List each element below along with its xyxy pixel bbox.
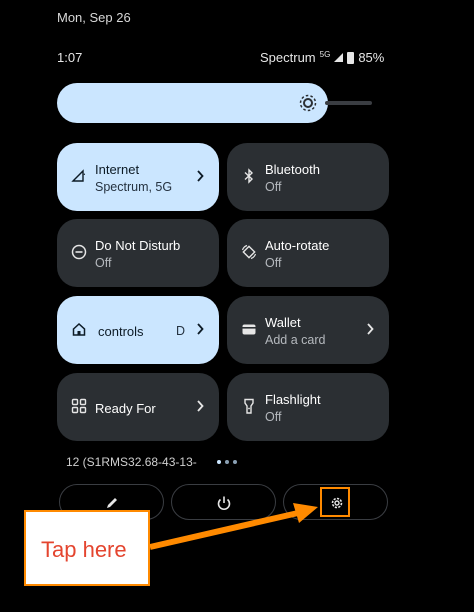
signal-icon: • <box>71 169 86 182</box>
chevron-right-icon <box>197 400 204 412</box>
tile-title: Auto-rotate <box>265 238 330 253</box>
tile-title: Bluetooth <box>265 162 320 177</box>
grid-icon <box>71 398 87 414</box>
tile-subtitle: D <box>176 324 186 338</box>
network-type: 5G <box>319 50 331 59</box>
brightness-sun-icon <box>299 94 317 112</box>
page-indicator <box>217 460 237 464</box>
highlight-box <box>320 487 350 517</box>
tile-internet[interactable]: • Internet Spectrum, 5G <box>57 143 219 211</box>
tile-title: Wallet <box>265 315 301 330</box>
tile-auto-rotate[interactable]: Auto-rotate Off <box>227 219 389 287</box>
tile-title: Ready For <box>95 401 156 416</box>
carrier-name: Spectrum <box>260 50 316 65</box>
tile-flashlight[interactable]: Flashlight Off <box>227 373 389 441</box>
tile-subtitle: Off <box>265 180 282 194</box>
tile-home-controls[interactable]: controls D <box>57 296 219 364</box>
tile-subtitle: Add a card <box>265 333 326 347</box>
status-time: 1:07 <box>57 50 83 65</box>
battery-percent: 85% <box>358 50 385 65</box>
tile-subtitle: Spectrum, 5G <box>95 180 173 194</box>
tile-title: controls <box>98 324 144 339</box>
brightness-track[interactable] <box>325 101 372 105</box>
do-not-disturb-icon <box>71 244 87 260</box>
tile-subtitle: Off <box>265 256 282 270</box>
notification-date: Mon, Sep 26 <box>57 10 131 25</box>
tile-wallet[interactable]: Wallet Add a card <box>227 296 389 364</box>
signal-strength-icon <box>334 53 344 62</box>
callout-text: Tap here <box>41 537 127 562</box>
tile-subtitle: Off <box>265 410 282 424</box>
page-dot <box>233 460 237 464</box>
auto-rotate-icon <box>241 244 257 260</box>
edit-icon <box>107 498 117 508</box>
tile-title: Internet <box>95 162 140 177</box>
chevron-right-icon <box>197 170 204 182</box>
tile-do-not-disturb[interactable]: Do Not Disturb Off <box>57 219 219 287</box>
brightness-slider[interactable] <box>57 83 328 123</box>
tile-ready-for[interactable]: Ready For <box>57 373 219 441</box>
power-button[interactable] <box>171 484 276 520</box>
wallet-icon <box>242 324 256 335</box>
home-icon <box>72 322 86 336</box>
tile-subtitle: Off <box>95 256 112 270</box>
power-icon <box>217 496 231 511</box>
bluetooth-icon <box>244 168 254 184</box>
chevron-right-icon <box>197 323 204 335</box>
svg-text:•: • <box>84 172 86 178</box>
status-carrier-area: Spectrum 5G 85% <box>260 50 384 65</box>
build-number[interactable]: 12 (S1RMS32.68-43-13- <box>66 455 197 469</box>
page-dot <box>225 460 229 464</box>
tile-title: Do Not Disturb <box>95 238 181 253</box>
flashlight-icon <box>244 398 254 414</box>
page-dot <box>217 460 221 464</box>
tap-here-callout: Tap here <box>24 510 150 586</box>
tile-title: Flashlight <box>265 392 321 407</box>
tile-bluetooth[interactable]: Bluetooth Off <box>227 143 389 211</box>
chevron-right-icon <box>367 323 374 335</box>
battery-icon <box>347 51 355 64</box>
